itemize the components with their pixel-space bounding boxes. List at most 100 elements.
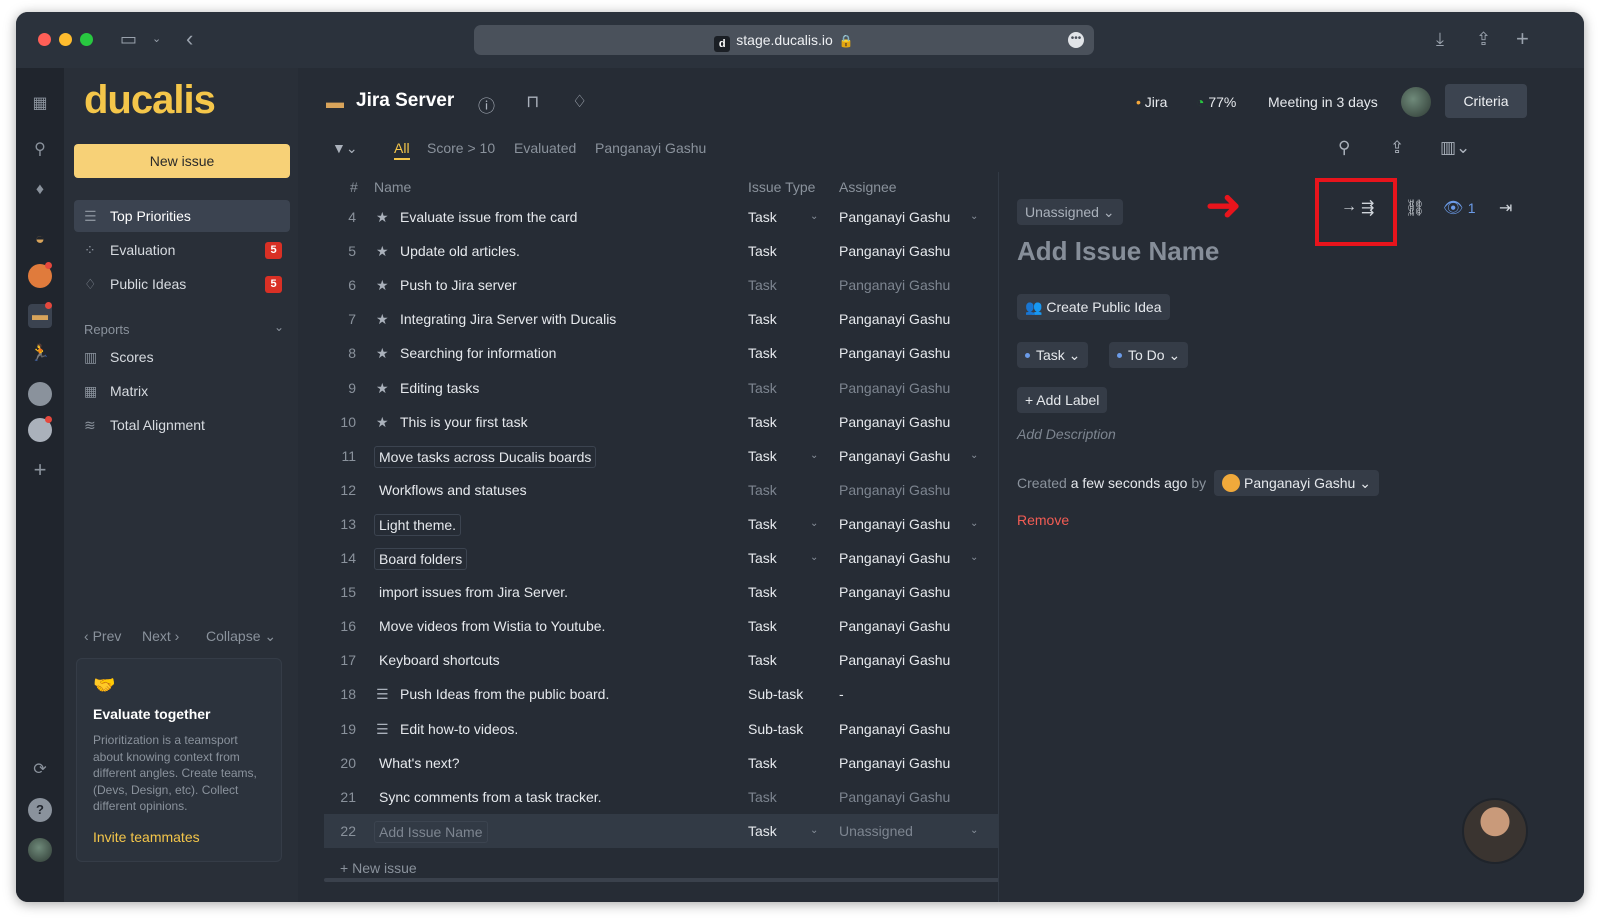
table-row[interactable]: 13 Light theme. Task Panganayi Gashu ⌄ ⌄ (324, 507, 998, 541)
chevron-down-icon[interactable]: ⌄ (152, 27, 161, 51)
assignee[interactable]: Panganayi Gashu (839, 643, 950, 677)
chevron-down-icon[interactable]: ⌄ (810, 507, 818, 541)
column-header-number[interactable]: # (350, 179, 358, 195)
column-header-name[interactable]: Name (374, 179, 411, 195)
issue-name[interactable]: Push Ideas from the public board. (400, 677, 609, 711)
sidebar-item-scores[interactable]: ▥ Scores (74, 341, 290, 373)
assignee[interactable]: - (839, 677, 844, 711)
info-icon[interactable]: ⓘ (478, 92, 495, 117)
issue-type[interactable]: Task (748, 200, 777, 234)
issue-type[interactable]: Task (748, 746, 777, 780)
assignee[interactable]: Panganayi Gashu (839, 405, 950, 439)
assignee[interactable]: Panganayi Gashu (839, 609, 950, 643)
table-row[interactable]: 17 Keyboard shortcuts Task Panganayi Gashu (324, 643, 998, 677)
chevron-down-icon[interactable]: ⌄ (810, 814, 818, 848)
user-avatar[interactable] (28, 838, 52, 862)
export-icon[interactable]: ⇪ (1390, 138, 1404, 158)
issue-name[interactable]: Editing tasks (400, 371, 479, 405)
issue-name[interactable]: Workflows and statuses (379, 473, 527, 507)
issue-type[interactable]: Task (748, 609, 777, 643)
assignee-dropdown[interactable]: Unassigned ⌄ (1017, 199, 1123, 225)
issue-type[interactable]: Task (748, 541, 777, 575)
issue-name[interactable]: Integrating Jira Server with Ducalis (400, 302, 616, 336)
assignee[interactable]: Panganayi Gashu (839, 746, 950, 780)
tab-score-above-10[interactable]: Score > 10 (427, 140, 495, 156)
sidebar-item-top-priorities[interactable]: ☰ Top Priorities (74, 200, 290, 232)
issue-name[interactable]: import issues from Jira Server. (379, 575, 568, 609)
issue-name[interactable]: Edit how-to videos. (400, 712, 518, 746)
app-logo[interactable]: ducalis (84, 78, 216, 123)
table-row[interactable]: 10 ★ This is your first task Task Panganayi … (324, 405, 998, 439)
issue-type[interactable]: Sub-task (748, 677, 803, 711)
chevron-down-icon[interactable]: ⌄ (970, 814, 978, 848)
table-row[interactable]: 22 Add Issue Name Task Unassigned ⌄ ⌄ (324, 813, 998, 848)
more-icon[interactable]: ••• (1068, 32, 1084, 48)
search-icon[interactable]: ⚲ (1338, 138, 1350, 158)
assignee[interactable]: Panganayi Gashu (839, 712, 950, 746)
table-row[interactable]: 18 ☰ Push Ideas from the public board. Sub-… (324, 677, 998, 711)
issue-type[interactable]: Task (748, 268, 777, 302)
assignee[interactable]: Panganayi Gashu (839, 473, 950, 507)
filter-icon[interactable]: ▼⌄ (332, 140, 358, 157)
sidebar-item-evaluation[interactable]: ⁘ Evaluation 5 (74, 234, 290, 266)
issue-type[interactable]: Task (748, 302, 777, 336)
sidebar-item-matrix[interactable]: ▦ Matrix (74, 375, 290, 407)
chevron-down-icon[interactable]: ⌄ (810, 439, 818, 473)
new-issue-button[interactable]: New issue (74, 144, 290, 178)
board-avatar[interactable] (28, 382, 52, 406)
table-row[interactable]: 8 ★ Searching for information Task Panganayi… (324, 336, 998, 370)
link-icon[interactable]: ⛓ (1405, 198, 1425, 218)
assignee[interactable]: Panganayi Gashu (839, 541, 950, 575)
tab-all[interactable]: All (394, 140, 410, 160)
issue-type[interactable]: Task (748, 575, 777, 609)
assignee[interactable]: Panganayi Gashu (839, 507, 950, 541)
table-row[interactable]: 21 Sync comments from a task tracker. Task… (324, 780, 998, 814)
issue-name-input[interactable]: Add Issue Name (374, 820, 488, 843)
prev-button[interactable]: ‹ Prev (84, 628, 121, 644)
issue-name[interactable]: Evaluate issue from the card (400, 200, 577, 234)
tab-evaluated[interactable]: Evaluated (514, 140, 576, 156)
table-row[interactable]: 4 ★ Evaluate issue from the card Task Pangan… (324, 200, 998, 234)
issue-name[interactable]: This is your first task (400, 405, 528, 439)
chevron-down-icon[interactable]: ⌄ (274, 320, 284, 334)
back-icon[interactable]: ‹ (186, 27, 193, 51)
assignee[interactable]: Panganayi Gashu (839, 234, 950, 268)
issue-name[interactable]: What's next? (379, 746, 460, 780)
invite-teammates-link[interactable]: Invite teammates (93, 829, 200, 845)
sidebar-item-public-ideas[interactable]: ♢ Public Ideas 5 (74, 268, 290, 300)
issue-name[interactable]: Move videos from Wistia to Youtube. (379, 609, 605, 643)
issue-name[interactable]: Push to Jira server (400, 268, 517, 302)
assignee[interactable]: Panganayi Gashu (839, 439, 950, 473)
minimize-window-button[interactable] (59, 33, 72, 46)
avatar[interactable] (1401, 87, 1431, 117)
assignee[interactable]: Panganayi Gashu (839, 336, 950, 370)
close-window-button[interactable] (38, 33, 51, 46)
jira-board-icon[interactable]: ▬ (28, 302, 52, 328)
issue-type[interactable]: Task (748, 473, 777, 507)
table-row[interactable]: 14 Board folders Task Panganayi Gashu ⌄ ⌄ (324, 541, 998, 575)
issue-type[interactable]: Task (748, 234, 777, 268)
description-input[interactable]: Add Description (1017, 426, 1116, 442)
issue-name[interactable]: Board folders (374, 548, 468, 570)
arrow-right-icon[interactable]: → (1341, 198, 1357, 216)
criteria-button[interactable]: Criteria (1445, 84, 1527, 118)
chevron-down-icon[interactable]: ⌄ (970, 200, 978, 234)
assignee[interactable]: Panganayi Gashu (839, 268, 950, 302)
board-avatar[interactable] (28, 262, 52, 288)
assignee[interactable]: Panganayi Gashu (839, 302, 950, 336)
issue-name[interactable]: Update old articles. (400, 234, 520, 268)
assignee[interactable]: Unassigned (839, 814, 913, 848)
unlock-icon[interactable]: ⊓ (526, 92, 539, 112)
issue-type[interactable]: Task (748, 643, 777, 677)
search-icon[interactable]: ⚲ (28, 138, 52, 162)
issue-name[interactable]: Keyboard shortcuts (379, 643, 500, 677)
share-icon[interactable]: ⇪ (1476, 27, 1491, 51)
issue-name-input[interactable]: Add Issue Name (1017, 236, 1219, 267)
chevron-down-icon[interactable]: ⌄ (810, 200, 818, 234)
column-header-issue-type[interactable]: Issue Type (748, 179, 815, 195)
sync-icon[interactable]: ⟳ (28, 758, 52, 782)
columns-view-icon[interactable]: ▥⌄ (1440, 138, 1470, 158)
chevron-down-icon[interactable]: ⌄ (970, 541, 978, 575)
download-icon[interactable]: ⤓ (1436, 27, 1444, 51)
assignee[interactable]: Panganayi Gashu (839, 200, 950, 234)
